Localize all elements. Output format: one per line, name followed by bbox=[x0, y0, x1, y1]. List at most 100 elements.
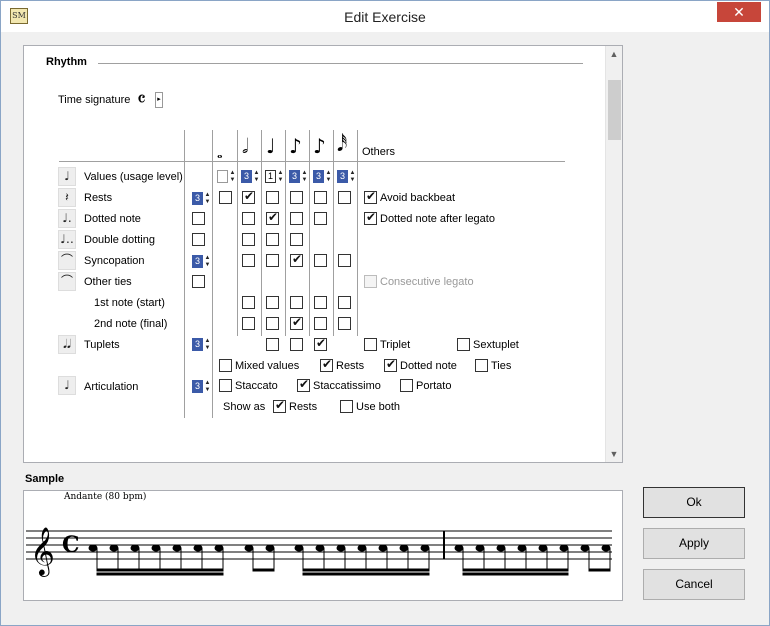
quarter-note-icon: ♩ bbox=[266, 134, 276, 158]
tuplet-dotted-note-checkbox[interactable] bbox=[384, 357, 397, 372]
tuplets-level-spinner[interactable]: 3 ▲ ▼ bbox=[192, 338, 211, 351]
double-dot-quarter-checkbox[interactable] bbox=[266, 233, 279, 246]
time-signature-symbol: 𝄴 bbox=[137, 87, 146, 111]
half-usage-spinner[interactable]: 3 ▲ ▼ bbox=[241, 170, 260, 183]
tuplet-eighth-checkbox[interactable] bbox=[290, 338, 303, 351]
sync-half-checkbox[interactable] bbox=[242, 254, 255, 267]
sync-quarter-checkbox[interactable] bbox=[266, 254, 279, 267]
use-both-checkbox[interactable] bbox=[340, 400, 353, 413]
rests-half-checkbox[interactable] bbox=[242, 189, 255, 204]
tuplet-ties-checkbox[interactable] bbox=[475, 359, 488, 372]
header-divider bbox=[59, 161, 565, 162]
rests-level-spinner[interactable]: 3 ▲ ▼ bbox=[192, 192, 211, 205]
whole-note-icon: 𝅝 bbox=[217, 146, 223, 162]
sync-eighth-checkbox[interactable] bbox=[290, 252, 303, 267]
eighth-usage-spinner[interactable]: 3 ▲ ▼ bbox=[289, 170, 308, 183]
quarter-usage-spinner[interactable]: 1 ▲ ▼ bbox=[265, 170, 284, 183]
rhythm-scroll-pane[interactable]: Rhythm Time signature 𝄴 ▸ 𝅝 𝅗𝅥 ♩ ♪ ♪ 𝅘𝅥𝅰… bbox=[23, 45, 623, 463]
window-title: Edit Exercise bbox=[344, 9, 426, 25]
rests-eighth-checkbox[interactable] bbox=[290, 191, 303, 204]
dotted-note-icon: ♩. bbox=[58, 209, 76, 228]
sample-staff: 𝄞 C bbox=[26, 526, 612, 577]
sixteenth-note-icon: ♪ bbox=[313, 134, 326, 158]
triplet-checkbox[interactable] bbox=[364, 338, 377, 351]
sextuplet-checkbox[interactable] bbox=[457, 338, 470, 351]
double-dotting-enable-checkbox[interactable] bbox=[192, 233, 205, 246]
rests-sixteenth-checkbox[interactable] bbox=[314, 191, 327, 204]
avoid-backbeat-label: Avoid backbeat bbox=[380, 192, 456, 204]
grid-line bbox=[212, 130, 213, 418]
other-ties-enable-checkbox[interactable] bbox=[192, 275, 205, 288]
dotted-sixteenth-checkbox[interactable] bbox=[314, 212, 327, 225]
avoid-backbeat-checkbox[interactable] bbox=[364, 189, 377, 204]
mixed-values-checkbox[interactable] bbox=[219, 359, 232, 372]
articulation-level-spinner[interactable]: 3 ▲ ▼ bbox=[192, 380, 211, 393]
tie-start-eighth-checkbox[interactable] bbox=[290, 296, 303, 309]
staccato-checkbox[interactable] bbox=[219, 379, 232, 392]
tie-final-quarter-checkbox[interactable] bbox=[266, 317, 279, 330]
tie-final-eighth-checkbox[interactable] bbox=[290, 315, 303, 330]
scroll-down-icon[interactable]: ▼ bbox=[606, 446, 622, 462]
time-signature-dropdown[interactable]: ▸ bbox=[155, 92, 163, 108]
double-dotted-note-icon: ♩‥ bbox=[58, 230, 76, 249]
row-label-values: Values (usage level) bbox=[84, 171, 183, 183]
tuplet-ties-label: Ties bbox=[491, 360, 512, 372]
double-dot-half-checkbox[interactable] bbox=[242, 233, 255, 246]
grid-line bbox=[184, 130, 185, 418]
rests-quarter-checkbox[interactable] bbox=[266, 191, 279, 204]
vertical-scrollbar[interactable]: ▲ ▼ bbox=[605, 46, 622, 462]
tie-start-quarter-checkbox[interactable] bbox=[266, 296, 279, 309]
ok-button[interactable]: Ok bbox=[643, 487, 745, 518]
tie-final-half-checkbox[interactable] bbox=[242, 317, 255, 330]
sample-score: Andante (80 bpm) 𝄞 C bbox=[23, 490, 623, 601]
tuplet-quarter-checkbox[interactable] bbox=[266, 338, 279, 351]
tuplet-rests-checkbox[interactable] bbox=[320, 357, 333, 372]
rhythm-section-title: Rhythm bbox=[46, 56, 87, 68]
sample-section-title: Sample bbox=[25, 473, 65, 485]
tie-start-sixteenth-checkbox[interactable] bbox=[314, 296, 327, 309]
rests-thirty-second-checkbox[interactable] bbox=[338, 191, 351, 204]
mixed-values-label: Mixed values bbox=[235, 360, 300, 372]
cancel-button[interactable]: Cancel bbox=[643, 569, 745, 600]
quarter-rest-icon: 𝄽 bbox=[58, 188, 76, 207]
scroll-thumb[interactable] bbox=[608, 80, 621, 140]
syncopation-level-spinner[interactable]: 3 ▲ ▼ bbox=[192, 255, 211, 268]
row-label-other-ties: Other ties bbox=[84, 276, 132, 288]
sync-sixteenth-checkbox[interactable] bbox=[314, 254, 327, 267]
tie-start-thirty-second-checkbox[interactable] bbox=[338, 296, 351, 309]
eighth-note-icon: ♪ bbox=[289, 134, 302, 158]
tie-final-thirty-second-checkbox[interactable] bbox=[338, 317, 351, 330]
others-header: Others bbox=[362, 146, 396, 158]
tuplet-icon: 𝅘𝅥𝅘𝅥 bbox=[58, 335, 76, 354]
sync-thirty-second-checkbox[interactable] bbox=[338, 254, 351, 267]
dotted-half-checkbox[interactable] bbox=[242, 212, 255, 225]
scroll-up-icon[interactable]: ▲ bbox=[606, 46, 622, 62]
tuplet-sixteenth-checkbox[interactable] bbox=[314, 336, 327, 351]
close-button[interactable]: ✕ bbox=[717, 2, 761, 22]
double-dot-eighth-checkbox[interactable] bbox=[290, 233, 303, 246]
whole-usage-spinner[interactable]: ▲ ▼ bbox=[217, 170, 236, 183]
row-label-dotted-note: Dotted note bbox=[84, 213, 141, 225]
thirty-second-usage-spinner[interactable]: 3 ▲ ▼ bbox=[337, 170, 356, 183]
tie-final-sixteenth-checkbox[interactable] bbox=[314, 317, 327, 330]
portato-checkbox[interactable] bbox=[400, 379, 413, 392]
quarter-note-icon: ♩ bbox=[58, 167, 76, 186]
staccato-label: Staccato bbox=[235, 380, 278, 392]
dotted-quarter-checkbox[interactable] bbox=[266, 210, 279, 225]
row-label-first-note: 1st note (start) bbox=[94, 297, 165, 309]
show-as-rests-checkbox[interactable] bbox=[273, 398, 286, 413]
syncopation-icon: ⌒ bbox=[58, 251, 76, 270]
apply-button[interactable]: Apply bbox=[643, 528, 745, 559]
staccatissimo-checkbox[interactable] bbox=[297, 377, 310, 392]
dotted-after-legato-checkbox[interactable] bbox=[364, 210, 377, 225]
sixteenth-usage-spinner[interactable]: 3 ▲ ▼ bbox=[313, 170, 332, 183]
tie-start-half-checkbox[interactable] bbox=[242, 296, 255, 309]
svg-text:𝄞: 𝄞 bbox=[30, 526, 55, 577]
thirty-second-note-icon: 𝅘𝅥𝅰 bbox=[337, 132, 348, 156]
dotted-eighth-checkbox[interactable] bbox=[290, 212, 303, 225]
dotted-note-enable-checkbox[interactable] bbox=[192, 212, 205, 225]
show-as-rests-label: Rests bbox=[289, 401, 318, 413]
tuplet-rests-label: Rests bbox=[336, 360, 365, 372]
consecutive-legato-checkbox[interactable] bbox=[364, 275, 377, 288]
rests-whole-checkbox[interactable] bbox=[219, 191, 232, 204]
